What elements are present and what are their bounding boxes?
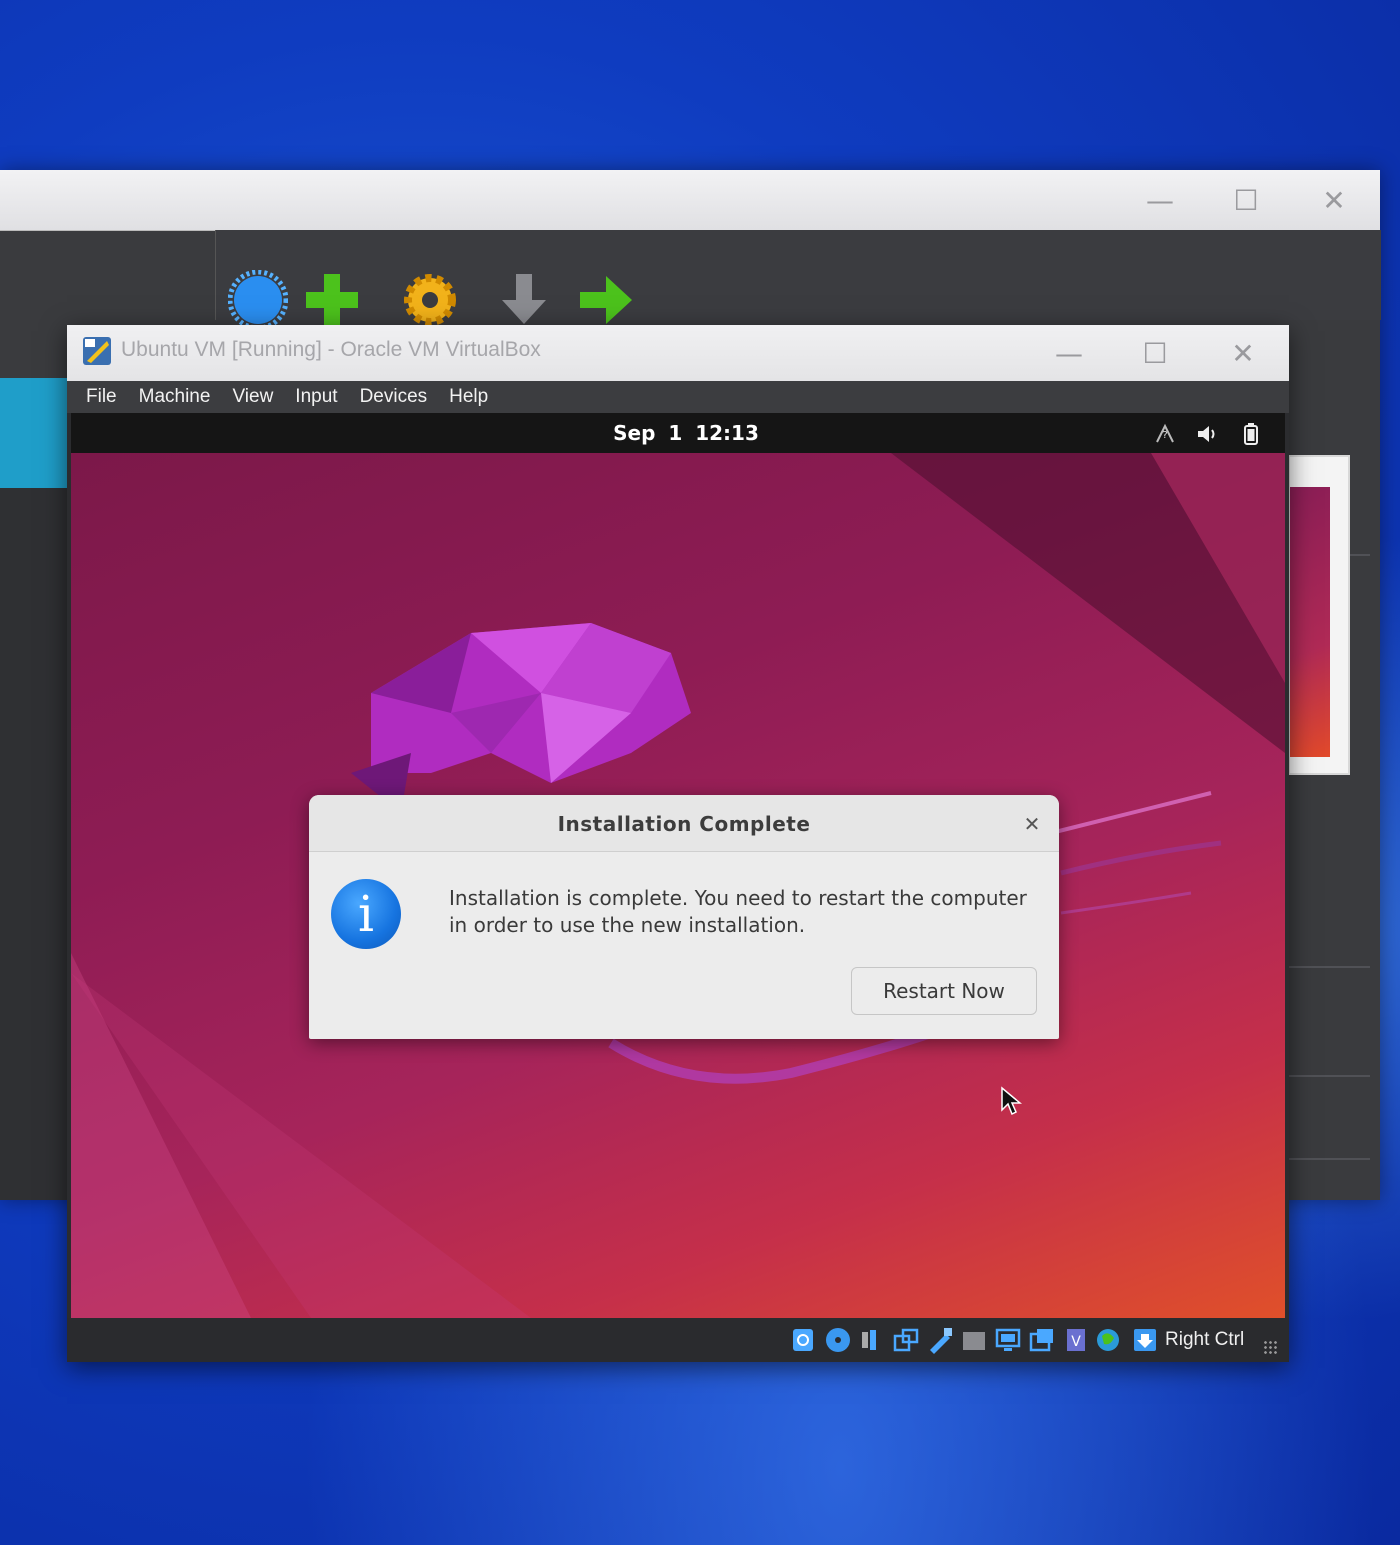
vm-titlebar: Ubuntu VM [Running] - Oracle VM VirtualB… xyxy=(67,325,1289,381)
host-key-label: Right Ctrl xyxy=(1165,1329,1245,1350)
keyboard-capture-icon[interactable] xyxy=(1131,1326,1159,1354)
installation-complete-dialog: Installation Complete ✕ i Installation i… xyxy=(309,795,1059,1039)
mouse-integration-icon[interactable] xyxy=(1094,1326,1122,1354)
manager-maximize-button[interactable]: ☐ xyxy=(1216,170,1276,230)
restart-now-button[interactable]: Restart Now xyxy=(851,967,1037,1015)
menu-machine[interactable]: Machine xyxy=(128,386,222,408)
virtualbox-icon xyxy=(83,337,111,365)
preview-screen xyxy=(1290,487,1330,757)
mouse-cursor-icon xyxy=(1001,1086,1022,1116)
dialog-header: Installation Complete ✕ xyxy=(309,795,1059,852)
vm-window: Ubuntu VM [Running] - Oracle VM VirtualB… xyxy=(67,325,1289,1362)
manager-divider xyxy=(1288,1158,1370,1160)
vm-maximize-button[interactable]: ☐ xyxy=(1125,323,1185,383)
preferences-icon[interactable] xyxy=(228,270,288,330)
recording-icon[interactable] xyxy=(1028,1326,1056,1354)
gnome-top-bar: Sep 1 12:13 ? xyxy=(71,413,1285,453)
network-adapter-icon[interactable] xyxy=(892,1326,920,1354)
menu-file[interactable]: File xyxy=(67,386,128,408)
optical-drive-icon[interactable] xyxy=(824,1326,852,1354)
svg-text:V: V xyxy=(1071,1334,1081,1350)
guest-display[interactable]: Sep 1 12:13 ? Installation Complete ✕ i xyxy=(71,413,1285,1318)
new-icon[interactable] xyxy=(302,270,362,330)
manager-divider xyxy=(1288,1075,1370,1077)
vm-menubar: File Machine View Input Devices Help xyxy=(67,381,1289,413)
manager-divider xyxy=(1288,966,1370,968)
menu-view[interactable]: View xyxy=(221,386,284,408)
vm-preview-thumbnail xyxy=(1288,455,1350,775)
usb-icon[interactable] xyxy=(926,1326,954,1354)
start-icon[interactable] xyxy=(576,270,636,330)
discard-icon[interactable] xyxy=(494,270,554,330)
vm-minimize-button[interactable]: — xyxy=(1039,323,1099,383)
settings-icon[interactable] xyxy=(400,270,460,330)
selected-vm-highlight xyxy=(0,378,70,488)
menu-help[interactable]: Help xyxy=(438,386,499,408)
manager-minimize-button[interactable]: — xyxy=(1130,170,1190,230)
info-icon: i xyxy=(331,879,401,949)
dialog-title: Installation Complete xyxy=(557,812,811,836)
vm-close-button[interactable]: ✕ xyxy=(1213,323,1273,383)
display-icon[interactable] xyxy=(994,1326,1022,1354)
shared-folders-icon[interactable] xyxy=(960,1326,988,1354)
manager-close-button[interactable]: ✕ xyxy=(1304,170,1364,230)
svg-text:?: ? xyxy=(1162,430,1167,441)
dialog-message: Installation is complete. You need to re… xyxy=(449,886,1027,937)
dialog-close-icon[interactable]: ✕ xyxy=(1015,807,1049,841)
menu-input[interactable]: Input xyxy=(284,386,348,408)
network-icon[interactable]: ? xyxy=(1153,422,1177,446)
manager-toolbar xyxy=(215,230,1381,320)
battery-icon[interactable] xyxy=(1239,422,1263,446)
virtualization-icon[interactable]: V xyxy=(1062,1326,1090,1354)
menu-devices[interactable]: Devices xyxy=(349,386,439,408)
hard-disk-icon[interactable] xyxy=(789,1326,817,1354)
clock[interactable]: Sep 1 12:13 xyxy=(71,413,1285,453)
vm-statusbar: V Right Ctrl xyxy=(67,1318,1289,1362)
resize-grip[interactable] xyxy=(1263,1340,1279,1356)
manager-vm-list xyxy=(0,488,70,1200)
volume-icon[interactable] xyxy=(1195,422,1219,446)
audio-icon[interactable] xyxy=(858,1326,886,1354)
manager-titlebar: — ☐ ✕ xyxy=(0,170,1380,231)
vm-window-title: Ubuntu VM [Running] - Oracle VM VirtualB… xyxy=(121,338,541,361)
